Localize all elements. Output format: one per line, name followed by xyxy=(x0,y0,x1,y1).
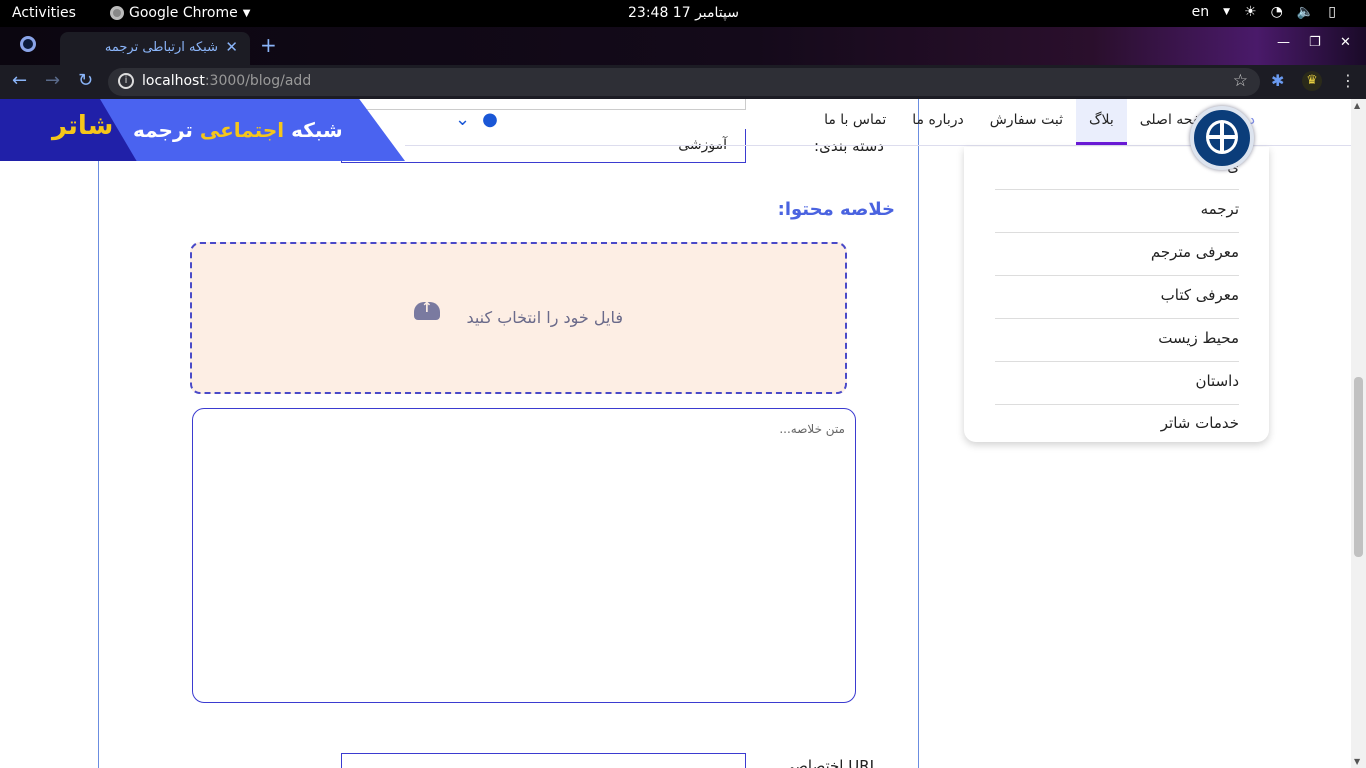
scroll-up-icon[interactable]: ▲ xyxy=(1354,101,1360,110)
summary-title: خلاصه محتوا: xyxy=(777,199,895,220)
dropdown-item[interactable]: داستان xyxy=(995,362,1239,405)
brand-banner[interactable]: شاتر شبکه اجتماعی ترجمه xyxy=(0,99,405,161)
info-icon[interactable]: i xyxy=(118,73,134,89)
user-icon[interactable]: ● xyxy=(482,109,498,130)
globe-icon xyxy=(1206,120,1238,154)
language-indicator[interactable]: en xyxy=(1192,4,1210,20)
nav-item-order[interactable]: ثبت سفارش xyxy=(977,99,1076,145)
profile-icon[interactable] xyxy=(20,36,36,52)
minimize-icon[interactable]: — xyxy=(1277,35,1290,50)
main-nav: دی صفحه اصلی بلاگ ثبت سفارش درباره ما تم… xyxy=(736,99,1268,145)
bookmark-star-icon[interactable]: ☆ xyxy=(1233,71,1248,91)
brand-logo-text: شاتر xyxy=(52,111,114,141)
brand-subtitle: شبکه اجتماعی ترجمه xyxy=(133,118,343,142)
avatar[interactable]: ♛ xyxy=(1302,71,1322,91)
custom-url-label: URL اختصاصی xyxy=(782,757,878,768)
menu-dots-icon[interactable]: ⋮ xyxy=(1340,71,1356,90)
system-tray[interactable]: en ▼ ☀ ◔ 🔈 ▯ xyxy=(1192,4,1336,20)
nav-item-about[interactable]: درباره ما xyxy=(899,99,976,145)
maximize-icon[interactable]: ❐ xyxy=(1309,35,1321,50)
wifi-icon: ◔ xyxy=(1270,4,1283,20)
browser-toolbar: ← → ↻ i localhost:3000/blog/add ☆ ✱ ♛ ⋮ xyxy=(0,65,1366,99)
browser-tab[interactable]: شبکه ارتباطی ترجمه ✕ xyxy=(60,32,250,65)
close-window-icon[interactable]: ✕ xyxy=(1340,35,1351,50)
activities-button[interactable]: Activities xyxy=(12,5,76,21)
app-name: Google Chrome xyxy=(129,5,238,21)
dropdown-item[interactable]: ترجمه xyxy=(995,190,1239,233)
custom-url-input[interactable] xyxy=(341,753,746,768)
nav-item-contact[interactable]: تماس با ما xyxy=(811,99,899,145)
caret-down-icon: ▼ xyxy=(1223,7,1231,17)
back-icon[interactable]: ← xyxy=(12,70,27,91)
address-bar[interactable]: i localhost:3000/blog/add ☆ xyxy=(108,68,1260,96)
dropdown-item[interactable]: معرفی کتاب xyxy=(995,276,1239,319)
dropdown-item[interactable]: خدمات شاتر xyxy=(995,404,1239,447)
cloud-upload-icon xyxy=(414,300,440,320)
battery-icon: ▯ xyxy=(1328,4,1336,20)
header-icons: ⌄ ● xyxy=(455,109,498,130)
scrollbar-thumb[interactable] xyxy=(1354,377,1363,557)
volume-icon: 🔈 xyxy=(1296,4,1315,20)
page-scrollbar[interactable]: ▲ ▼ xyxy=(1351,99,1366,768)
caret-down-icon: ▼ xyxy=(242,7,251,19)
reload-icon[interactable]: ↻ xyxy=(78,70,93,91)
forward-icon[interactable]: → xyxy=(45,70,60,91)
site-logo-icon[interactable] xyxy=(1190,106,1254,170)
chrome-icon xyxy=(110,6,124,20)
url-text[interactable]: localhost:3000/blog/add xyxy=(142,73,311,89)
brightness-icon: ☀ xyxy=(1244,4,1257,20)
chevron-down-icon[interactable]: ⌄ xyxy=(455,109,470,130)
blog-dropdown: ی ترجمه معرفی مترجم معرفی کتاب محیط زیست… xyxy=(964,147,1269,442)
nav-item-blog[interactable]: بلاگ xyxy=(1075,99,1127,145)
system-top-bar: Activities Google Chrome ▼ 23:48 17 سپتا… xyxy=(0,0,1366,27)
extensions-icon[interactable]: ✱ xyxy=(1271,71,1284,90)
page-viewport: آموزشی دسته بندی: خلاصه محتوا: فایل خود … xyxy=(0,99,1366,768)
summary-placeholder: متن خلاصه... xyxy=(779,422,845,436)
new-tab-icon[interactable]: + xyxy=(260,33,277,57)
file-dropzone[interactable]: فایل خود را انتخاب کنید xyxy=(190,242,847,394)
close-icon[interactable]: ✕ xyxy=(225,38,238,56)
upload-text: فایل خود را انتخاب کنید xyxy=(466,308,623,327)
clock[interactable]: 23:48 17 سپتامبر xyxy=(628,5,739,21)
summary-textarea[interactable]: متن خلاصه... xyxy=(192,408,856,703)
dropdown-item[interactable]: محیط زیست xyxy=(995,319,1239,362)
tab-strip: شبکه ارتباطی ترجمه ✕ + — ❐ ✕ xyxy=(0,27,1366,65)
dropdown-item[interactable]: معرفی مترجم xyxy=(995,233,1239,276)
app-menu[interactable]: Google Chrome ▼ xyxy=(110,5,250,21)
scroll-down-icon[interactable]: ▼ xyxy=(1354,757,1360,766)
tab-title: شبکه ارتباطی ترجمه xyxy=(104,40,218,55)
